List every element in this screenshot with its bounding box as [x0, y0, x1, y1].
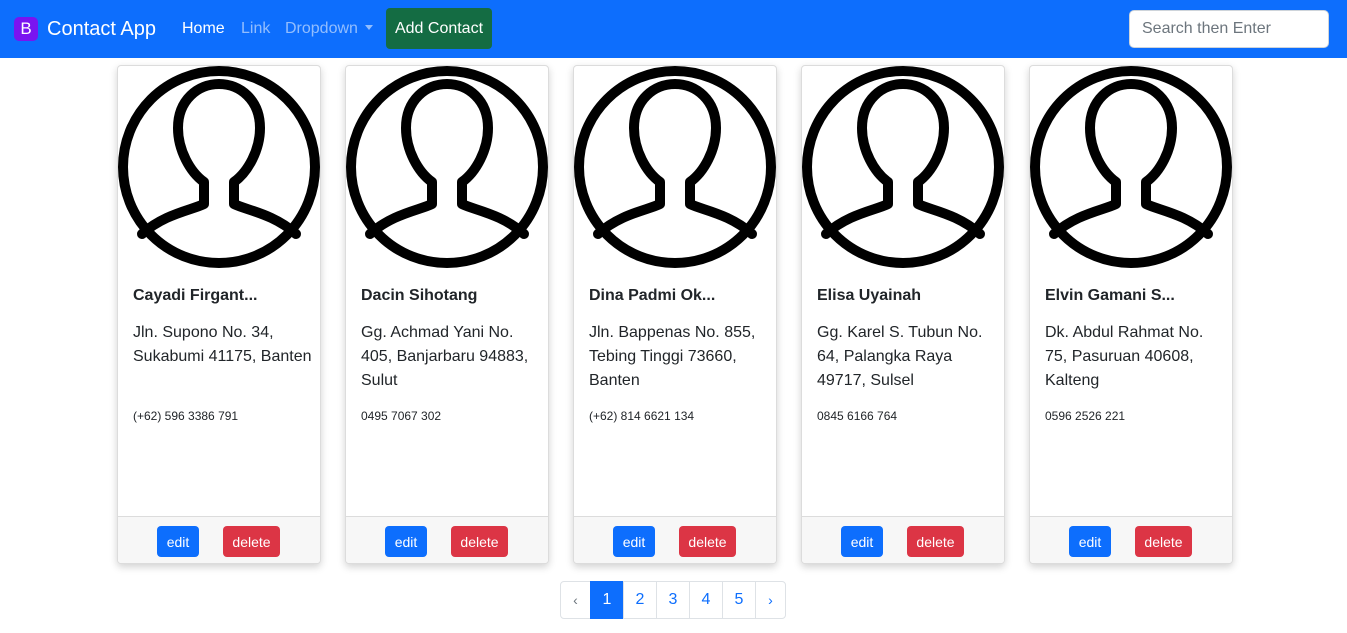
contact-card: Elvin Gamani S... Dk. Abdul Rahmat No. 75… — [1029, 65, 1233, 564]
contact-name: Dina Padmi Ok... — [589, 287, 716, 304]
user-avatar-icon — [346, 66, 548, 268]
pagination-next[interactable]: › — [755, 581, 786, 619]
card-footer: edit delete — [118, 516, 320, 563]
user-avatar-icon — [574, 66, 776, 268]
navbar: B Contact App Home Link Dropdown Add Con… — [0, 0, 1347, 58]
contact-phone: (+62) 596 3386 791 — [133, 409, 239, 423]
contact-phone: 0596 2526 221 — [1045, 409, 1126, 423]
nav-link[interactable]: Link — [241, 18, 270, 40]
user-avatar-icon — [802, 66, 1004, 268]
add-contact-button[interactable]: Add Contact — [386, 8, 492, 49]
edit-button[interactable]: edit — [841, 526, 883, 557]
user-avatar-icon — [118, 66, 320, 268]
delete-button[interactable]: delete — [1135, 526, 1192, 557]
search-input[interactable] — [1129, 10, 1329, 48]
edit-button[interactable]: edit — [613, 526, 655, 557]
delete-button[interactable]: delete — [223, 526, 280, 557]
contact-address: Gg. Karel S. Tubun No. 64, Palangka Raya… — [817, 324, 983, 389]
pagination-page[interactable]: 3 — [656, 581, 690, 619]
nav-dropdown-label: Dropdown — [285, 20, 358, 37]
nav-home[interactable]: Home — [182, 18, 225, 40]
delete-button[interactable]: delete — [451, 526, 508, 557]
contact-name: Dacin Sihotang — [361, 287, 478, 304]
contact-name: Elisa Uyainah — [817, 287, 922, 304]
delete-button[interactable]: delete — [907, 526, 964, 557]
edit-button[interactable]: edit — [157, 526, 199, 557]
pagination-prev[interactable]: ‹ — [560, 581, 591, 619]
bootstrap-logo-icon: B — [14, 17, 38, 41]
nav-dropdown[interactable]: Dropdown — [285, 18, 373, 40]
edit-button[interactable]: edit — [1069, 526, 1111, 557]
contact-card: Elisa Uyainah Gg. Karel S. Tubun No. 64, … — [801, 65, 1005, 564]
brand-title: Contact App — [47, 18, 156, 40]
contact-phone: (+62) 814 6621 134 — [589, 409, 695, 423]
card-footer: edit delete — [574, 516, 776, 563]
pagination-page[interactable]: 1 — [590, 581, 624, 619]
delete-button[interactable]: delete — [679, 526, 736, 557]
contact-card: Dacin Sihotang Gg. Achmad Yani No. 405, B… — [345, 65, 549, 564]
contact-name: Cayadi Firgant... — [133, 287, 258, 304]
card-footer: edit delete — [802, 516, 1004, 563]
card-footer: edit delete — [1030, 516, 1232, 563]
card-footer: edit delete — [346, 516, 548, 563]
pagination: ‹ 1 2 3 4 5 › — [560, 581, 786, 619]
contact-address: Jln. Supono No. 34, Sukabumi 41175, Bant… — [133, 324, 312, 365]
pagination-page[interactable]: 2 — [623, 581, 657, 619]
caret-down-icon — [364, 25, 373, 30]
contact-address: Jln. Bappenas No. 855, Tebing Tinggi 736… — [589, 324, 756, 389]
contact-name: Elvin Gamani S... — [1045, 287, 1175, 304]
contact-card: Cayadi Firgant... Jln. Supono No. 34, Suk… — [117, 65, 321, 564]
contact-phone: 0845 6166 764 — [817, 409, 898, 423]
contact-card: Dina Padmi Ok... Jln. Bappenas No. 855, T… — [573, 65, 777, 564]
pagination-page[interactable]: 4 — [689, 581, 723, 619]
contact-phone: 0495 7067 302 — [361, 409, 442, 423]
pagination-page[interactable]: 5 — [722, 581, 756, 619]
brand[interactable]: B Contact App — [14, 14, 156, 44]
user-avatar-icon — [1030, 66, 1232, 268]
contact-address: Gg. Achmad Yani No. 405, Banjarbaru 9488… — [361, 324, 529, 389]
contact-address: Dk. Abdul Rahmat No. 75, Pasuruan 40608,… — [1045, 324, 1204, 389]
edit-button[interactable]: edit — [385, 526, 427, 557]
